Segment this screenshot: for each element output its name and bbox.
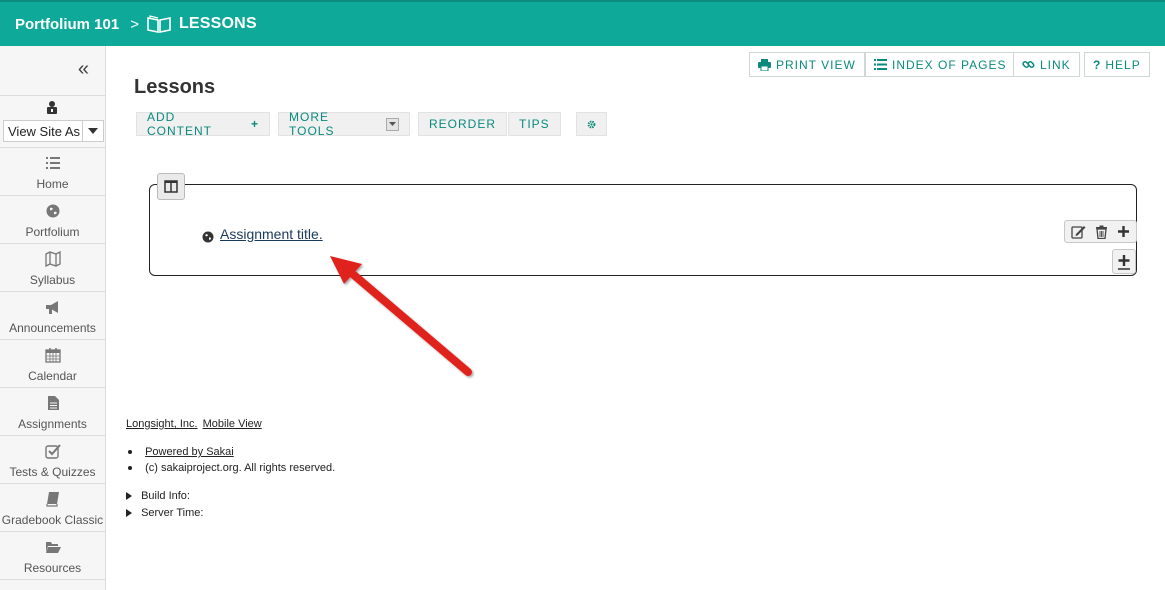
- site-name-link[interactable]: Portfolium 101: [15, 16, 119, 33]
- sidebar-item-home[interactable]: Home: [0, 148, 105, 196]
- caret-down-icon: [385, 117, 399, 131]
- sidebar-item-label: Syllabus: [29, 273, 76, 287]
- collapse-sidebar-button[interactable]: «: [0, 46, 105, 96]
- sidebar-item-label: Gradebook Classic: [1, 513, 104, 527]
- file-text-icon: [48, 396, 59, 410]
- index-of-pages-label: INDEX OF PAGES: [892, 57, 1007, 72]
- powered-by-link[interactable]: Powered by Sakai: [145, 446, 234, 458]
- list-icon: [46, 157, 60, 169]
- globe-icon: [202, 231, 214, 243]
- sidebar-item-label: Tests & Quizzes: [9, 465, 96, 479]
- sidebar-item-announcements[interactable]: Announcements: [0, 292, 105, 340]
- current-tool-title[interactable]: LESSONS: [179, 15, 257, 33]
- sidebar-item-gradebook-classic[interactable]: Gradebook Classic: [0, 484, 105, 532]
- user-lock-icon: [47, 101, 57, 114]
- assignment-item-link[interactable]: Assignment title.: [220, 226, 323, 242]
- breadcrumb-separator: >: [130, 15, 139, 33]
- sidebar-item-label: Portfolium: [25, 225, 80, 239]
- page-title: Lessons: [134, 76, 216, 98]
- column-layout-button[interactable]: [157, 173, 185, 200]
- sidebar-item-calendar[interactable]: Calendar: [0, 340, 105, 388]
- sidebar-item-assignments[interactable]: Assignments: [0, 388, 105, 436]
- reorder-button[interactable]: REORDER: [418, 112, 508, 136]
- sidebar-item-portfolium[interactable]: Portfolium: [0, 196, 105, 244]
- footer-links: Longsight, Inc. Mobile View: [126, 418, 262, 430]
- book-icon: [46, 492, 59, 507]
- reorder-label: REORDER: [429, 117, 497, 131]
- view-site-as-section: View Site As: [0, 96, 105, 148]
- tool-sidebar: « View Site As Home Portfolium Syllabus …: [0, 46, 106, 590]
- plus-icon: +: [250, 117, 259, 131]
- add-item-below-button[interactable]: [1112, 249, 1136, 274]
- server-time-label: Server Time:: [141, 507, 204, 519]
- bullet-icon: [128, 450, 132, 455]
- book-open-icon: [147, 15, 171, 33]
- list-icon: [874, 59, 887, 70]
- sidebar-item-tests-quizzes[interactable]: Tests & Quizzes: [0, 436, 105, 484]
- annotation-arrow: [330, 256, 472, 376]
- plus-icon[interactable]: [1117, 225, 1130, 238]
- server-time-toggle[interactable]: Server Time:: [126, 507, 203, 519]
- trash-icon[interactable]: [1095, 225, 1108, 239]
- mobile-view-link[interactable]: Mobile View: [203, 418, 262, 430]
- sidebar-item-resources[interactable]: Resources: [0, 532, 105, 580]
- print-view-button[interactable]: PRINT VIEW: [749, 52, 865, 77]
- edit-icon[interactable]: [1071, 225, 1086, 239]
- folder-open-icon: [46, 542, 61, 553]
- print-view-label: PRINT VIEW: [776, 57, 856, 72]
- gear-icon: [587, 120, 596, 128]
- sidebar-item-label: Announcements: [9, 321, 96, 335]
- sidebar-item-label: Resources: [23, 561, 82, 575]
- add-content-button[interactable]: ADD CONTENT +: [136, 110, 270, 138]
- build-info-toggle[interactable]: Build Info:: [126, 490, 190, 502]
- question-icon: ?: [1093, 57, 1102, 72]
- site-header-bar: Portfolium 101 > LESSONS: [0, 0, 1165, 46]
- help-button[interactable]: ? HELP: [1084, 52, 1150, 77]
- help-label: HELP: [1105, 57, 1141, 72]
- double-chevron-left-icon: «: [77, 58, 89, 80]
- globe-icon: [46, 204, 60, 218]
- triangle-right-icon: [126, 509, 132, 518]
- plus-underline-icon: [1118, 254, 1130, 270]
- footer-copyright: (c) sakaiproject.org. All rights reserve…: [128, 462, 335, 474]
- add-content-label: ADD CONTENT: [147, 110, 212, 138]
- more-tools-label: MORE TOOLS: [289, 110, 335, 138]
- view-site-as-select[interactable]: View Site As: [3, 120, 104, 142]
- link-button[interactable]: LINK: [1013, 52, 1080, 77]
- calendar-icon: [45, 348, 61, 363]
- sidebar-item-label: Home: [36, 177, 69, 191]
- link-icon: [1022, 60, 1035, 68]
- more-tools-button[interactable]: MORE TOOLS: [278, 110, 410, 138]
- sidebar-item-label: Assignments: [18, 417, 87, 431]
- caret-down-icon[interactable]: [82, 121, 102, 141]
- footer-powered-by: Powered by Sakai: [128, 446, 234, 458]
- bullhorn-icon: [46, 301, 58, 314]
- tips-label: TIPS: [519, 117, 550, 131]
- print-icon: [758, 58, 771, 71]
- tips-button[interactable]: TIPS: [508, 112, 561, 136]
- triangle-right-icon: [126, 492, 132, 501]
- settings-button[interactable]: [576, 112, 607, 136]
- copyright-text: (c) sakaiproject.org. All rights reserve…: [145, 462, 336, 474]
- longsight-link[interactable]: Longsight, Inc.: [126, 418, 198, 430]
- sidebar-item-syllabus[interactable]: Syllabus: [0, 244, 105, 292]
- index-of-pages-button[interactable]: INDEX OF PAGES: [865, 52, 1016, 77]
- map-icon: [45, 251, 61, 267]
- item-tools-group: [1064, 220, 1137, 243]
- check-square-icon: [45, 444, 61, 459]
- build-info-label: Build Info:: [141, 490, 190, 502]
- sidebar-item-label: Calendar: [28, 369, 77, 383]
- view-site-as-value: View Site As: [8, 123, 81, 139]
- link-label: LINK: [1040, 57, 1071, 72]
- bullet-icon: [128, 466, 132, 471]
- columns-icon: [164, 180, 178, 193]
